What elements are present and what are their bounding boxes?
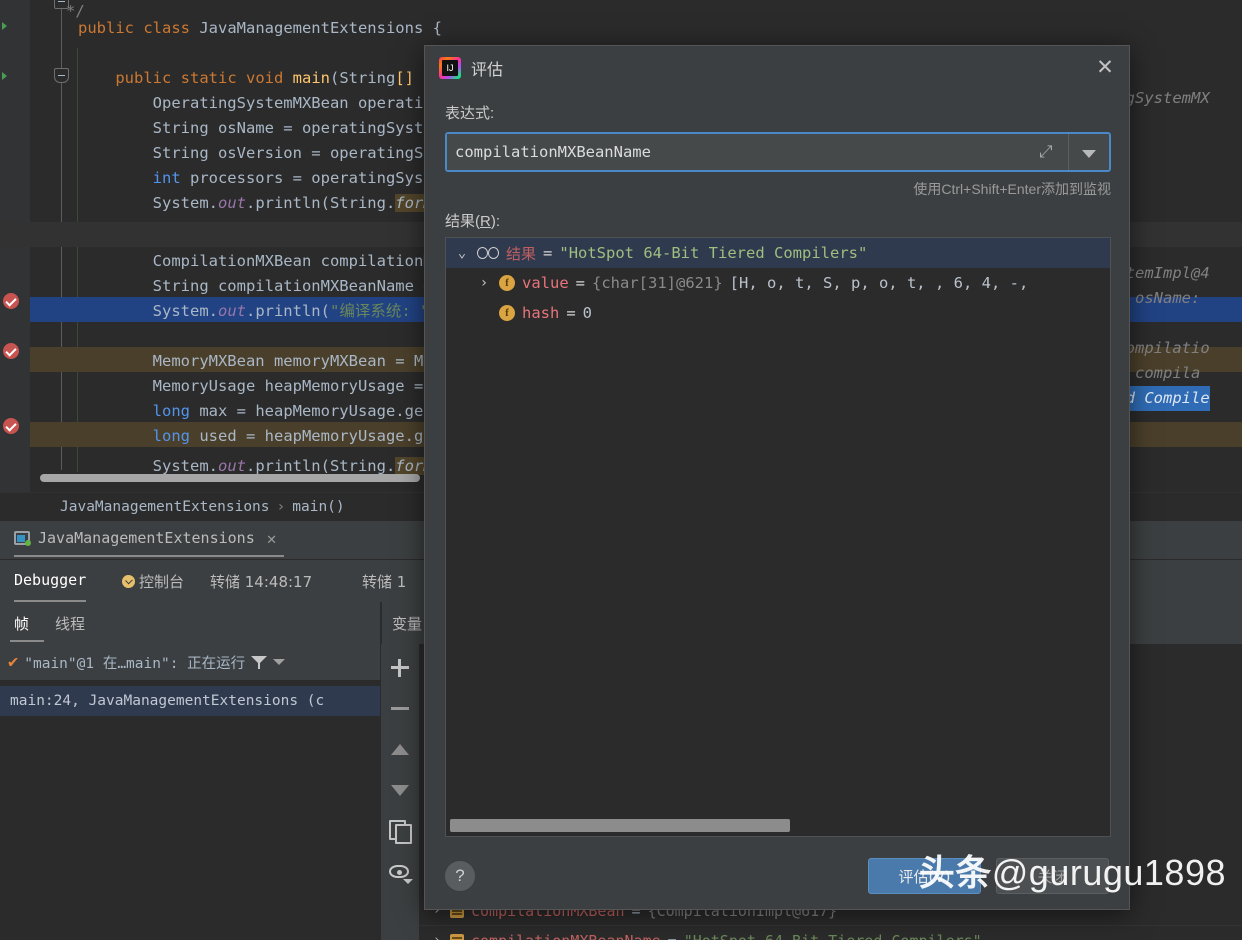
result-name: hash xyxy=(522,304,560,322)
watch-glasses-icon xyxy=(477,247,499,259)
thread-label: "main"@1 在…main": 正在运行 xyxy=(24,655,246,672)
result-operator: = xyxy=(543,244,553,262)
stack-frame-row[interactable]: main:24, JavaManagementExtensions (c xyxy=(0,686,380,716)
evaluate-expression-dialog[interactable]: 评估 ✕ 表达式: 使用Ctrl+Shift+Enter添加到监视 结果(R):… xyxy=(424,45,1130,910)
result-value: 0 xyxy=(582,304,593,322)
tab-dump-2[interactable]: 转储 1 xyxy=(362,560,406,602)
close-button[interactable]: 关闭 xyxy=(996,858,1109,894)
tab-console-label: 控制台 xyxy=(139,572,185,591)
breadcrumb-class[interactable]: JavaManagementExtensions xyxy=(60,499,270,515)
tab-debugger[interactable]: Debugger xyxy=(14,560,87,602)
dialog-footer: ? 评估(V) 关闭 xyxy=(425,843,1129,909)
expression-input[interactable] xyxy=(447,134,1027,170)
result-row-root[interactable]: ⌄ 结果 = "HotSpot 64-Bit Tiered Compilers" xyxy=(446,238,1110,268)
watch-hint: 使用Ctrl+Shift+Enter添加到监视 xyxy=(913,181,1111,197)
result-value-type: {char[31]@621} xyxy=(592,274,723,292)
tab-threads[interactable]: 线程 xyxy=(55,613,85,634)
thread-selector-row[interactable]: ✔ "main"@1 在…main": 正在运行 xyxy=(0,644,380,680)
result-row-value[interactable]: › f value = {char[31]@621} [H, o, t, S, … xyxy=(446,268,1110,298)
result-name: value xyxy=(522,274,569,292)
tab-debugger-label: Debugger xyxy=(14,571,87,589)
thread-running-icon: ✔ xyxy=(8,652,19,672)
tab-console[interactable]: 控制台 xyxy=(122,560,184,602)
collapse-arrow-icon[interactable]: ⌄ xyxy=(454,245,470,261)
tab-frames-underline xyxy=(10,640,44,642)
chevron-down-icon[interactable] xyxy=(1069,134,1109,170)
result-value: "HotSpot 64-Bit Tiered Compilers" xyxy=(559,244,868,262)
frames-list-body xyxy=(0,716,380,940)
expand-arrow-icon[interactable]: › xyxy=(433,933,443,940)
inspect-button[interactable] xyxy=(387,859,413,885)
field-icon: f xyxy=(499,275,515,291)
expression-label: 表达式: xyxy=(445,105,495,122)
variables-panel-title: 变量 xyxy=(392,615,423,633)
dialog-title-bar: 评估 ✕ xyxy=(425,46,1129,90)
field-icon xyxy=(450,933,464,940)
move-down-button[interactable] xyxy=(387,777,413,803)
tab-dump-1-label: 转储 14:48:17 xyxy=(210,572,313,591)
tab-dump-1[interactable]: 转储 14:48:17 xyxy=(210,560,312,602)
stack-frame-label: main:24, JavaManagementExtensions (c xyxy=(10,693,325,709)
result-name: 结果 xyxy=(506,244,537,263)
result-tree[interactable]: ⌄ 结果 = "HotSpot 64-Bit Tiered Compilers"… xyxy=(445,237,1111,837)
result-operator: = xyxy=(566,304,576,322)
ide-screenshot: */ public class JavaManagementExtensions… xyxy=(0,0,1242,940)
result-label-mnemonic: R xyxy=(480,213,491,230)
field-icon: f xyxy=(499,305,515,321)
intellij-logo-icon xyxy=(439,57,461,79)
copy-value-button[interactable] xyxy=(387,818,413,844)
tab-frames[interactable]: 帧 xyxy=(14,613,29,634)
result-label: 结果(R): xyxy=(445,210,1111,231)
variable-value: "HotSpot 64-Bit Tiered Compilers" xyxy=(684,932,982,940)
result-horizontal-scrollbar[interactable] xyxy=(450,819,790,832)
run-tab-label: JavaManagementExtensions xyxy=(38,529,255,547)
variable-row-compilation-mxbean-name[interactable]: › compilationMXBeanName = "HotSpot 64-Bi… xyxy=(419,926,1242,940)
eye-icon xyxy=(389,865,409,878)
close-icon[interactable]: ✕ xyxy=(267,529,277,548)
filter-icon[interactable] xyxy=(251,655,268,669)
run-configuration-icon xyxy=(14,531,31,546)
result-label-prefix: 结果( xyxy=(445,213,480,230)
evaluate-button[interactable]: 评估(V) xyxy=(868,858,981,894)
result-label-suffix: ): xyxy=(490,213,501,230)
variables-toolbar xyxy=(381,644,419,940)
result-row-hash[interactable]: f hash = 0 xyxy=(446,298,1110,328)
editor-horizontal-scrollbar[interactable] xyxy=(40,474,420,482)
dialog-title: 评估 xyxy=(471,62,504,79)
add-watch-button[interactable] xyxy=(387,654,413,680)
breadcrumb-separator: › xyxy=(276,499,286,515)
frames-threads-tabbar: 帧 线程 xyxy=(0,602,380,644)
chevron-down-icon xyxy=(403,879,413,884)
result-operator: = xyxy=(575,274,586,292)
close-icon[interactable]: ✕ xyxy=(1093,56,1117,80)
tab-dump-2-label: 转储 1 xyxy=(362,572,407,591)
variable-operator: = xyxy=(668,932,677,940)
expand-arrow-icon[interactable]: › xyxy=(476,275,492,291)
chevron-down-icon[interactable] xyxy=(273,659,286,665)
run-tab-java-management-extensions[interactable]: JavaManagementExtensions ✕ xyxy=(14,525,285,557)
dialog-body: 表达式: 使用Ctrl+Shift+Enter添加到监视 结果(R): ⌄ 结果… xyxy=(425,90,1129,837)
remove-watch-button[interactable] xyxy=(387,695,413,721)
result-value: [H, o, t, S, p, o, t, , 6, 4, -, xyxy=(729,274,1029,292)
help-button[interactable]: ? xyxy=(445,861,475,891)
console-badge-icon xyxy=(122,574,135,588)
variable-name: compilationMXBeanName xyxy=(471,932,661,940)
expand-icon[interactable] xyxy=(1027,134,1069,170)
move-up-button[interactable] xyxy=(387,736,413,762)
breadcrumb-method[interactable]: main() xyxy=(292,499,344,515)
expression-field-wrapper[interactable] xyxy=(445,132,1111,172)
